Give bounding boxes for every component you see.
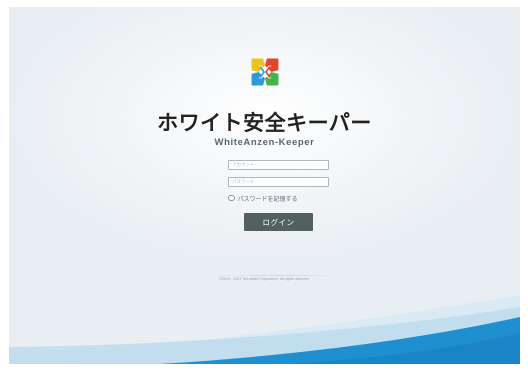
- remember-password-option[interactable]: パスワードを記憶する: [228, 193, 298, 203]
- remember-password-label: パスワードを記憶する: [237, 195, 298, 203]
- footer-divider: [214, 275, 344, 276]
- app-subtitle: WhiteAnzen-Keeper: [214, 137, 315, 148]
- copyright-text: ©2019 - 2021 Tele-white Corporation. All…: [219, 277, 310, 281]
- app-title: ホワイト安全キーパー: [157, 111, 372, 135]
- login-button[interactable]: ログイン: [244, 213, 313, 231]
- radio-icon[interactable]: [228, 194, 235, 202]
- four-arrows-cross-logo: [251, 58, 279, 86]
- login-page: ホワイト安全キーパー WhiteAnzen-Keeper パスワードを記憶する …: [9, 7, 520, 364]
- account-input[interactable]: [228, 160, 329, 170]
- password-input[interactable]: [228, 177, 329, 187]
